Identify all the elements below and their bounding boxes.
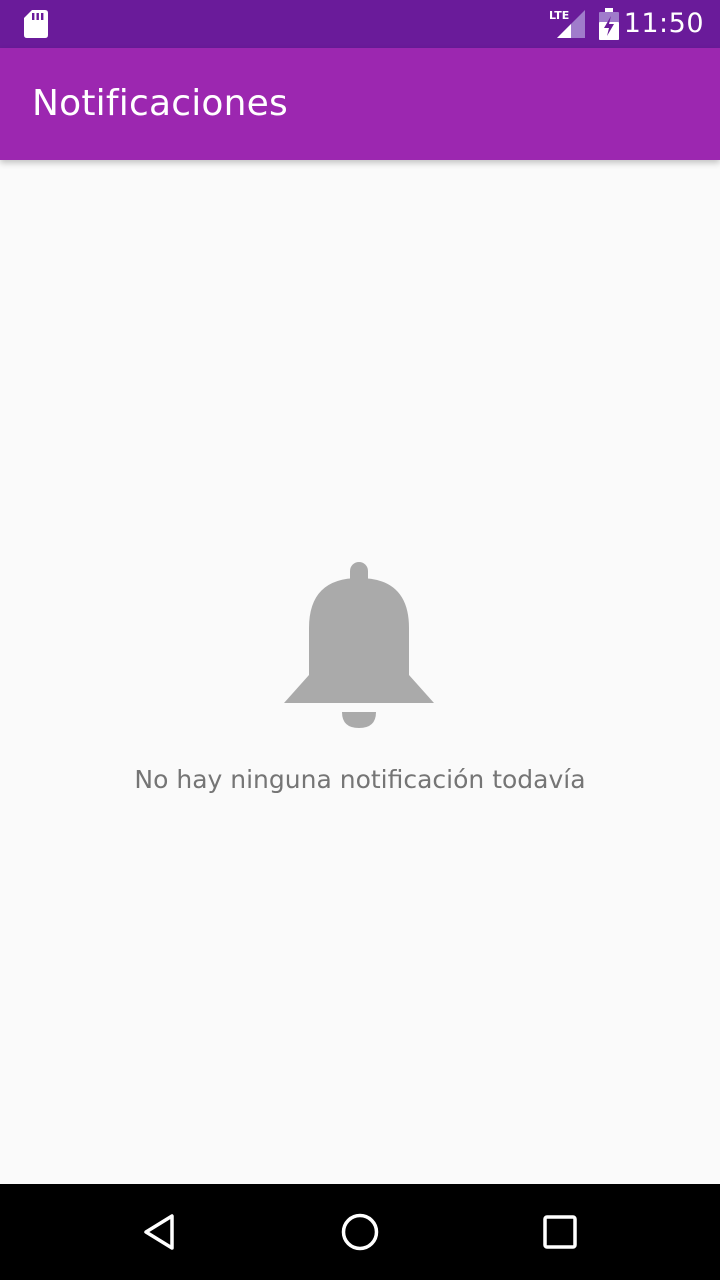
home-icon <box>341 1213 379 1251</box>
recents-icon <box>543 1215 577 1249</box>
page-title: Notificaciones <box>32 83 288 124</box>
bell-icon <box>284 562 434 728</box>
lte-signal-icon: LTE <box>549 9 585 38</box>
battery-charging-icon <box>599 8 619 40</box>
status-bar: LTE 11:50 <box>0 0 720 48</box>
svg-text:LTE: LTE <box>549 9 569 22</box>
empty-state: No hay ninguna notificación todavía <box>0 160 720 1184</box>
back-button[interactable] <box>124 1196 196 1268</box>
empty-message: No hay ninguna notificación todavía <box>134 765 586 794</box>
app-bar: Notificaciones <box>0 48 720 160</box>
back-icon <box>144 1214 174 1250</box>
sd-card-icon <box>24 10 48 38</box>
notifications-screen: LTE 11:50 Notificaciones No hay ninguna … <box>0 0 720 1280</box>
status-time: 11:50 <box>623 8 704 39</box>
home-button[interactable] <box>324 1196 396 1268</box>
navigation-bar <box>0 1184 720 1280</box>
recents-button[interactable] <box>524 1196 596 1268</box>
